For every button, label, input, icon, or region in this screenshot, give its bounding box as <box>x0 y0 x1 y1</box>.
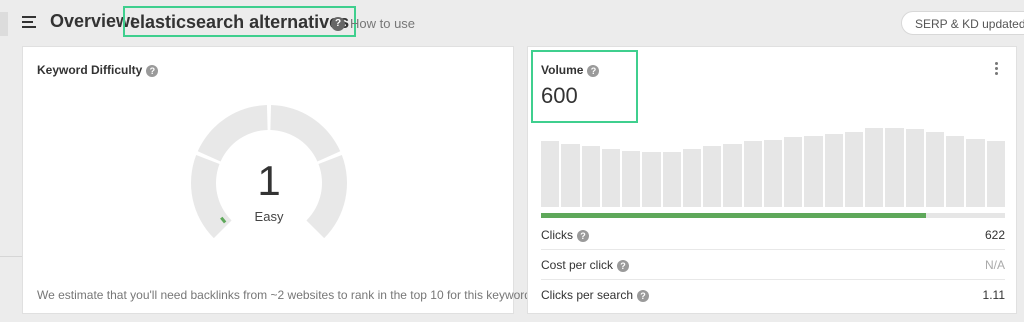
volume-history-bar[interactable] <box>905 129 924 207</box>
volume-history-bar[interactable] <box>804 135 823 207</box>
more-options-icon[interactable] <box>994 62 1000 76</box>
metric-row-clicks-per-search: Clicks per search? 1.11 <box>541 280 1005 310</box>
clicks-progress-bar <box>541 213 1005 218</box>
metric-label: Cost per click <box>541 258 614 272</box>
volume-history-bar[interactable] <box>925 131 945 207</box>
menu-icon[interactable] <box>22 16 38 30</box>
volume-history-bar[interactable] <box>561 143 580 207</box>
keyword-difficulty-card: Keyword Difficulty? 1 Easy We estimate t… <box>22 46 531 314</box>
cpc-help-icon[interactable]: ? <box>617 259 630 272</box>
volume-history-bar[interactable] <box>541 141 560 207</box>
help-icon[interactable]: ? <box>331 17 345 31</box>
metric-label: Clicks per search <box>541 288 634 302</box>
metric-value: 1.11 <box>982 288 1005 302</box>
volume-history-bar[interactable] <box>642 152 661 207</box>
volume-help-icon[interactable]: ? <box>587 64 600 77</box>
volume-history-bar[interactable] <box>784 137 803 207</box>
gauge-segment <box>197 105 268 162</box>
volume-history-bar[interactable] <box>865 128 884 207</box>
serp-kd-updated-badge[interactable]: SERP & KD updated <box>901 11 1024 35</box>
left-divider <box>0 256 22 257</box>
volume-history-bar[interactable] <box>662 152 681 207</box>
volume-history-bar[interactable] <box>824 134 843 207</box>
volume-history-bar[interactable] <box>763 139 783 207</box>
clicks-per-search-help-icon[interactable]: ? <box>637 289 650 302</box>
volume-history-bar[interactable] <box>844 132 864 207</box>
volume-history-bar[interactable] <box>743 141 762 207</box>
volume-history-bar[interactable] <box>622 151 641 207</box>
volume-history-bar[interactable] <box>966 138 985 207</box>
clicks-help-icon[interactable]: ? <box>577 229 589 242</box>
volume-card: Volume? 600 Clicks? 622 Cost per click? … <box>527 46 1017 314</box>
volume-history-bar[interactable] <box>601 148 621 207</box>
volume-value: 600 <box>541 83 578 108</box>
volume-history-bar[interactable] <box>703 146 722 207</box>
gauge-segment <box>270 105 341 162</box>
how-to-use-link[interactable]: How to use <box>350 16 415 31</box>
volume-history-bar[interactable] <box>946 135 965 207</box>
volume-title-row: Volume? <box>541 63 600 77</box>
header: Overview: elasticsearch alternatives ? H… <box>0 0 1024 46</box>
kd-score: 1 <box>257 157 281 204</box>
metric-value: 622 <box>984 228 1005 242</box>
volume-history-bar[interactable] <box>723 143 742 207</box>
kd-footnote: We estimate that you'll need backlinks f… <box>37 288 531 302</box>
metric-value: N/A <box>984 258 1005 272</box>
clicks-progress-fill <box>541 213 927 218</box>
metric-row-cpc: Cost per click? N/A <box>541 250 1005 280</box>
volume-history-bar[interactable] <box>581 146 600 207</box>
volume-history-chart <box>541 125 1005 207</box>
page-title-keyword: elasticsearch alternatives <box>123 6 357 37</box>
volume-history-bar[interactable] <box>885 128 904 207</box>
volume-history-bar[interactable] <box>986 141 1005 207</box>
kd-score-label: Easy <box>254 209 284 224</box>
volume-title: Volume <box>541 63 584 77</box>
metric-label: Clicks <box>541 228 573 242</box>
volume-history-bar[interactable] <box>682 148 702 207</box>
metric-row-clicks: Clicks? 622 <box>541 220 1005 250</box>
